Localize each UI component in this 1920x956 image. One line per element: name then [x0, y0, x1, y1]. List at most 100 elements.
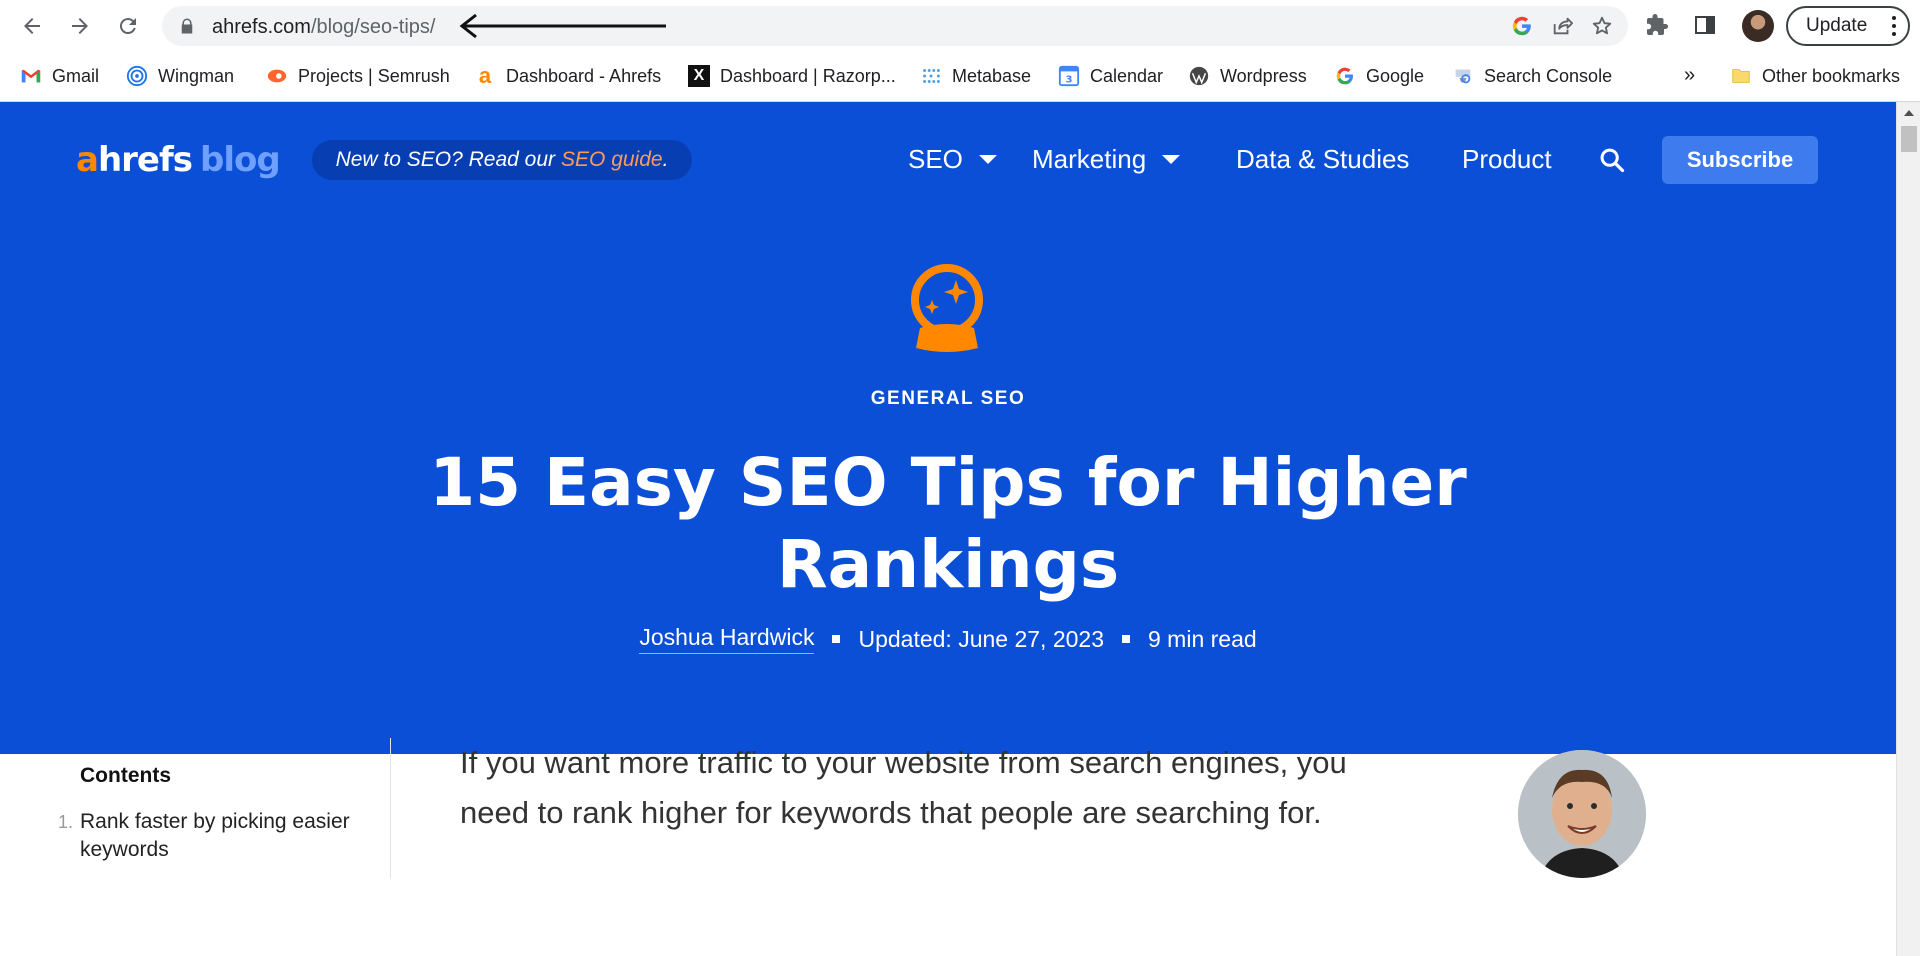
nav-seo-label: SEO [908, 144, 963, 174]
scrollbar-thumb[interactable] [1901, 126, 1917, 152]
razorpay-icon: X [688, 65, 710, 87]
promo-text: New to SEO? Read our [335, 148, 556, 171]
bookmark-metabase[interactable]: Metabase [920, 62, 1031, 90]
bookmark-calendar[interactable]: 3 Calendar [1058, 62, 1163, 90]
bookmark-ahrefs[interactable]: a Dashboard - Ahrefs [474, 62, 661, 90]
extensions-puzzle-icon[interactable] [1644, 12, 1670, 38]
reload-button[interactable] [110, 8, 146, 44]
bookmark-label: Google [1366, 65, 1425, 86]
nav-product[interactable]: Product [1462, 144, 1552, 175]
search-icon[interactable] [1598, 146, 1626, 174]
bookmark-label: Dashboard | Razorp... [720, 65, 896, 86]
bookmark-wingman[interactable]: Wingman [126, 62, 234, 90]
bookmark-label: Projects | Semrush [298, 65, 450, 86]
bookmark-star-icon[interactable] [1590, 14, 1614, 38]
update-button[interactable]: Update [1786, 6, 1910, 46]
reload-icon [119, 18, 136, 35]
google-translate-icon[interactable] [1510, 14, 1534, 38]
bookmark-label: Search Console [1484, 65, 1613, 86]
crystal-ball-icon [911, 264, 983, 352]
svg-text:3: 3 [1065, 74, 1072, 85]
seo-guide-link[interactable]: SEO guide [561, 148, 663, 172]
toc-item-label-cont: keywords [80, 838, 169, 861]
scroll-up-arrow-icon[interactable] [1904, 110, 1914, 116]
logo-a: a [76, 140, 99, 180]
omnibox-actions [1510, 14, 1614, 38]
bookmark-label: Calendar [1090, 65, 1164, 86]
address-bar[interactable]: ahrefs.com/blog/seo-tips/ [162, 6, 1628, 46]
bookmark-google[interactable]: Google [1334, 62, 1424, 90]
meta-separator [832, 635, 841, 643]
wingman-icon [126, 65, 148, 87]
article-meta: Joshua Hardwick Updated: June 27, 2023 9… [0, 624, 1896, 654]
bookmark-semrush[interactable]: Projects | Semrush [266, 62, 450, 90]
table-of-contents: Contents 1. Rank faster by picking easie… [58, 764, 390, 864]
promo-end: . [662, 148, 669, 171]
content-divider [390, 738, 391, 878]
toc-title: Contents [80, 764, 171, 787]
bookmarks-overflow-chevron[interactable]: » [1684, 64, 1695, 87]
search-console-icon [1452, 65, 1474, 87]
calendar-icon: 3 [1058, 65, 1080, 87]
author-avatar[interactable] [1518, 750, 1646, 878]
url-host: ahrefs.com [212, 16, 311, 38]
nav-seo[interactable]: SEO [908, 144, 997, 175]
share-icon[interactable] [1550, 14, 1574, 38]
google-icon [1334, 65, 1356, 87]
seo-guide-promo[interactable]: New to SEO? Read our SEO guide. [312, 140, 692, 180]
nav-product-label: Product [1462, 144, 1552, 174]
browser-toolbar: ahrefs.com/blog/seo-tips/ Update [0, 0, 1920, 52]
nav-marketing-label: Marketing [1032, 144, 1147, 174]
bookmark-label: Dashboard - Ahrefs [506, 65, 662, 86]
title-line-1: 15 Easy SEO Tips for Higher [429, 444, 1467, 521]
toc-item[interactable]: 1. Rank faster by picking easier keyword… [58, 808, 390, 864]
semrush-icon [266, 65, 288, 87]
update-label: Update [1806, 15, 1868, 36]
bookmarks-bar: Gmail Wingman Projects | Semrush a Dashb… [0, 52, 1920, 102]
side-panel-icon[interactable] [1692, 12, 1718, 38]
more-menu-icon[interactable] [1892, 16, 1896, 36]
chevron-down-icon [1162, 155, 1181, 164]
nav-data-studies[interactable]: Data & Studies [1236, 144, 1409, 175]
folder-icon [1730, 65, 1752, 87]
forward-button[interactable] [62, 8, 98, 44]
metabase-icon [920, 65, 942, 87]
title-line-2: Rankings [776, 526, 1120, 603]
nav-marketing[interactable]: Marketing [1032, 144, 1181, 175]
other-bookmarks-folder[interactable]: Other bookmarks [1730, 62, 1900, 90]
article-category[interactable]: GENERAL SEO [0, 388, 1896, 410]
logo-blog: blog [200, 140, 281, 180]
back-button[interactable] [14, 8, 50, 44]
meta-separator [1122, 635, 1130, 643]
other-bookmarks-label: Other bookmarks [1762, 65, 1901, 86]
chevron-down-icon [978, 155, 997, 164]
toc-item-label: Rank faster by picking easier [80, 810, 350, 833]
nav-data-studies-label: Data & Studies [1236, 144, 1410, 174]
profile-avatar[interactable] [1742, 10, 1774, 42]
subscribe-button[interactable]: Subscribe [1662, 136, 1818, 184]
browser-chrome: ahrefs.com/blog/seo-tips/ Update Gmail W… [0, 0, 1920, 102]
forward-arrow-icon [72, 18, 88, 34]
author-link[interactable]: Joshua Hardwick [639, 624, 815, 654]
bookmark-gmail[interactable]: Gmail [20, 62, 99, 90]
page-scrollbar[interactable] [1896, 102, 1920, 956]
url-text[interactable]: ahrefs.com/blog/seo-tips/ [212, 16, 435, 39]
article-intro: If you want more traffic to your website… [460, 738, 1470, 838]
bookmark-wordpress[interactable]: Wordpress [1188, 62, 1307, 90]
bookmark-search-console[interactable]: Search Console [1452, 62, 1612, 90]
bookmark-label: Wingman [158, 65, 235, 86]
wordpress-icon [1188, 65, 1210, 87]
url-path: /blog/seo-tips/ [310, 16, 436, 38]
intro-line-2: need to rank higher for keywords that pe… [460, 795, 1322, 830]
read-time: 9 min read [1148, 625, 1257, 652]
logo-hrefs: hrefs [97, 140, 193, 180]
extension-area [1644, 12, 1718, 38]
bookmark-label: Metabase [952, 65, 1032, 86]
intro-line-1: If you want more traffic to your website… [460, 745, 1347, 780]
article-hero: ahrefs blog New to SEO? Read our SEO guide… [0, 102, 1896, 754]
bookmark-razorpay[interactable]: X Dashboard | Razorp... [688, 62, 896, 90]
ahrefs-icon: a [478, 63, 492, 88]
toc-item-number: 1. [58, 812, 74, 832]
updated-date: Updated: June 27, 2023 [858, 625, 1104, 652]
ahrefs-blog-logo[interactable]: ahrefs blog [76, 140, 281, 180]
